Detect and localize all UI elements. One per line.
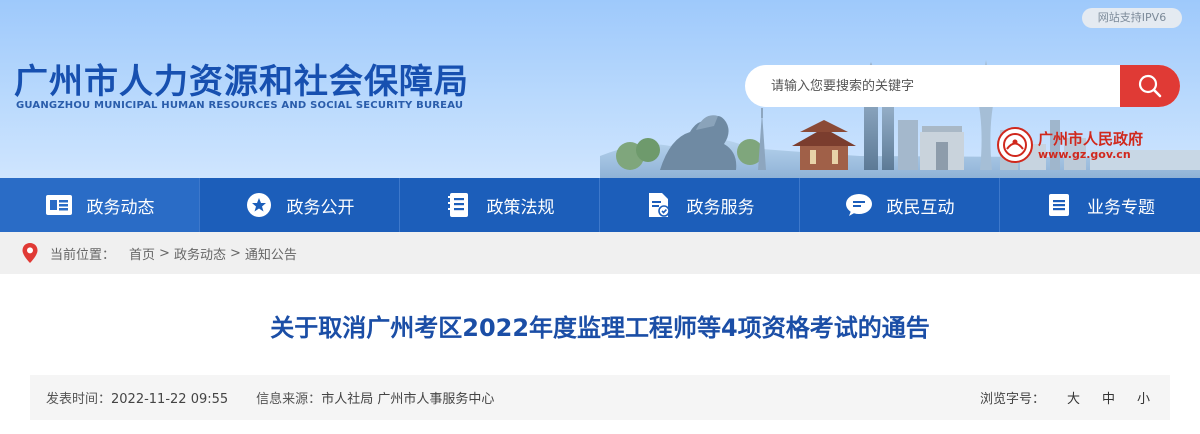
news-icon [45,191,73,219]
nav-item-services[interactable]: 政务服务 [600,178,800,232]
search-button[interactable] [1120,65,1180,107]
nav-item-interaction[interactable]: 政民互动 [800,178,1000,232]
publish-time-value: 2022-11-22 09:55 [111,392,229,407]
publish-time-label: 发表时间： [46,392,112,407]
nav-item-public[interactable]: 政务公开 [200,178,400,232]
nav-label: 政民互动 [886,197,955,218]
article-title: 关于取消广州考区2022年度监理工程师等4项资格考试的通告 [270,314,930,342]
list-icon [1045,191,1073,219]
breadcrumb-news[interactable]: 政务动态 [174,244,226,263]
breadcrumb-home[interactable]: 首页 [129,244,155,263]
document-icon [445,191,473,219]
nav-item-news[interactable]: 政务动态 [0,178,200,232]
gov-emblem-icon [997,127,1033,163]
gz-gov-logo[interactable]: 广州市人民政府 www.gz.gov.cn [996,126,1143,164]
nav-label: 业务专题 [1087,197,1155,218]
ipv6-badge: 网站支持IPV6 [1082,8,1182,28]
site-title[interactable]: 广州市人力资源和社会保障局 [14,54,469,103]
search-box [745,65,1180,107]
search-input[interactable] [745,65,1120,107]
site-subtitle: GUANGZHOU MUNICIPAL HUMAN RESOURCES AND … [16,100,464,111]
service-doc-icon [645,191,673,219]
font-size-label: 浏览字号： [979,392,1045,407]
nav-label: 政务公开 [286,197,355,218]
location-pin-icon [22,243,38,263]
gov-logo-url: www.gz.gov.cn [1038,147,1131,161]
nav-label: 政策法规 [486,197,555,218]
breadcrumb-separator: > [159,245,170,261]
gov-logo-name: 广州市人民政府 [1038,129,1144,148]
page: 网站支持IPV6 广州市人力资源和社会保障局 GUANGZHOU MUNICIP… [0,0,1200,434]
search-icon [1138,74,1162,98]
nav-label: 政务服务 [686,197,755,218]
info-source-label: 信息来源： [256,392,322,407]
breadcrumb: 当前位置： 首页 > 政务动态 > 通知公告 [0,232,1200,274]
article-meta: 发表时间：2022-11-22 09:55 信息来源：市人社局 广州市人事服务中… [30,375,1170,420]
nav-label: 政务动态 [86,197,155,218]
chat-icon [845,191,873,219]
main-nav: 政务动态 政务公开 政策法规 政务服务 政民互动 业务专题 [0,178,1200,232]
info-source-value: 市人社局 广州市人事服务中心 [321,392,495,407]
breadcrumb-notices[interactable]: 通知公告 [245,244,297,263]
font-size-large-button[interactable]: 大 [1067,388,1080,407]
nav-item-policy[interactable]: 政策法规 [400,178,600,232]
font-size-medium-button[interactable]: 中 [1102,388,1115,407]
star-icon [245,191,273,219]
header-banner: 网站支持IPV6 广州市人力资源和社会保障局 GUANGZHOU MUNICIP… [0,0,1200,178]
info-source: 信息来源：市人社局 广州市人事服务中心 [256,388,494,407]
font-size-controls: 浏览字号： 大 中 小 [980,388,1150,407]
breadcrumb-prefix: 当前位置： [50,247,116,263]
publish-time: 发表时间：2022-11-22 09:55 [46,388,228,407]
nav-item-topics[interactable]: 业务专题 [1000,178,1200,232]
breadcrumb-separator: > [229,245,241,261]
font-size-small-button[interactable]: 小 [1137,388,1150,407]
